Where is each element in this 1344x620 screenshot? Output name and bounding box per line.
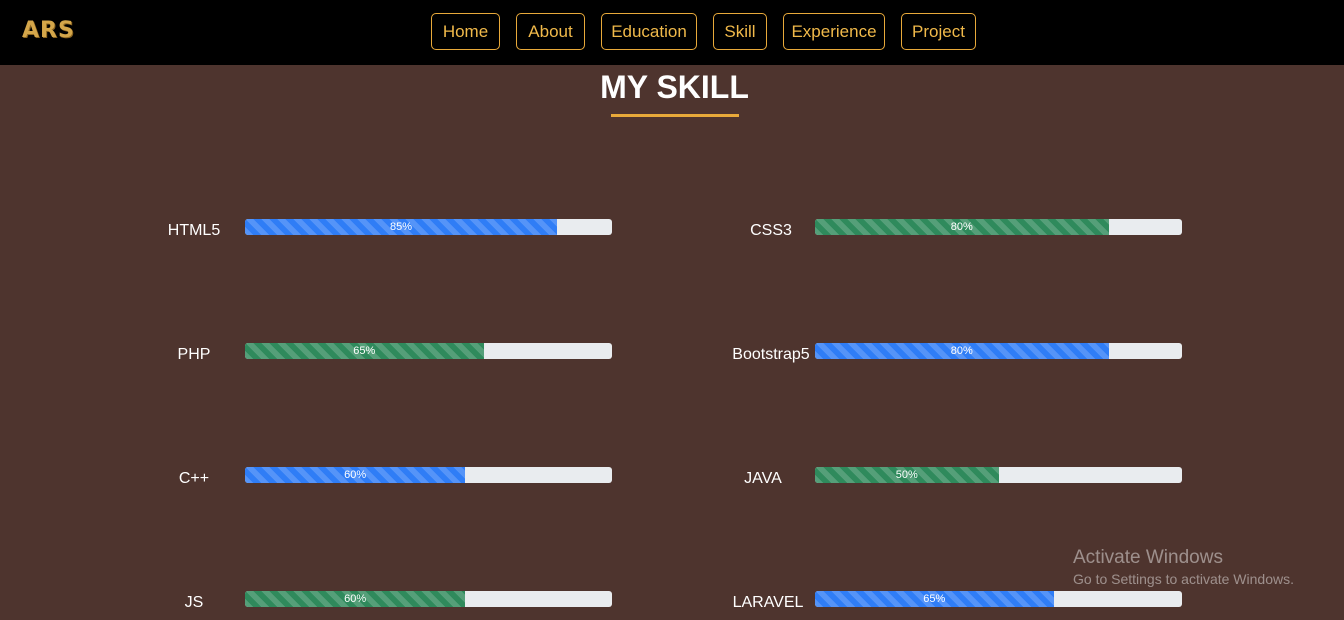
activate-windows-title: Activate Windows xyxy=(1073,547,1223,568)
skill-bar-bootstrap5: 80% xyxy=(815,343,1182,359)
skill-bar-php: 65% xyxy=(245,343,612,359)
skill-bar-css3: 80% xyxy=(815,219,1182,235)
skill-label-php: PHP xyxy=(177,346,211,363)
nav-project-button[interactable]: Project xyxy=(901,13,976,50)
section-title: MY SKILL xyxy=(600,69,749,105)
skill-bar-fill-java: 50% xyxy=(815,467,999,483)
skill-label-cpp: C++ xyxy=(178,470,210,487)
skill-bar-html5: 85% xyxy=(245,219,612,235)
skill-label-css3: CSS3 xyxy=(750,222,792,239)
skill-bar-fill-cpp: 60% xyxy=(245,467,466,483)
nav-skill-button[interactable]: Skill xyxy=(713,13,767,50)
nav-education-button[interactable]: Education xyxy=(601,13,697,50)
skill-bar-fill-php: 65% xyxy=(245,343,484,359)
skill-label-html5: HTML5 xyxy=(167,222,221,239)
skill-bar-fill-bootstrap5: 80% xyxy=(815,343,1109,359)
skill-bar-fill-html5: 85% xyxy=(245,219,557,235)
activate-windows-subtitle: Go to Settings to activate Windows. xyxy=(1073,571,1294,587)
skill-bar-fill-laravel: 65% xyxy=(815,591,1054,607)
skill-bar-js: 60% xyxy=(245,591,612,607)
skill-label-js: JS xyxy=(184,594,204,611)
skill-bar-laravel: 65% xyxy=(815,591,1182,607)
skill-label-laravel: LARAVEL xyxy=(732,594,804,611)
skill-bar-fill-css3: 80% xyxy=(815,219,1109,235)
navbar: ARS Home About Education Skill Experienc… xyxy=(0,0,1344,65)
nav-about-button[interactable]: About xyxy=(516,13,585,50)
nav-experience-button[interactable]: Experience xyxy=(783,13,885,50)
brand-logo[interactable]: ARS xyxy=(22,18,75,43)
skill-label-bootstrap5: Bootstrap5 xyxy=(732,346,810,363)
skill-bar-java: 50% xyxy=(815,467,1182,483)
skill-bar-fill-js: 60% xyxy=(245,591,466,607)
nav-home-button[interactable]: Home xyxy=(431,13,500,50)
skill-label-java: JAVA xyxy=(744,470,782,487)
title-underline xyxy=(611,114,739,117)
skill-bar-cpp: 60% xyxy=(245,467,612,483)
